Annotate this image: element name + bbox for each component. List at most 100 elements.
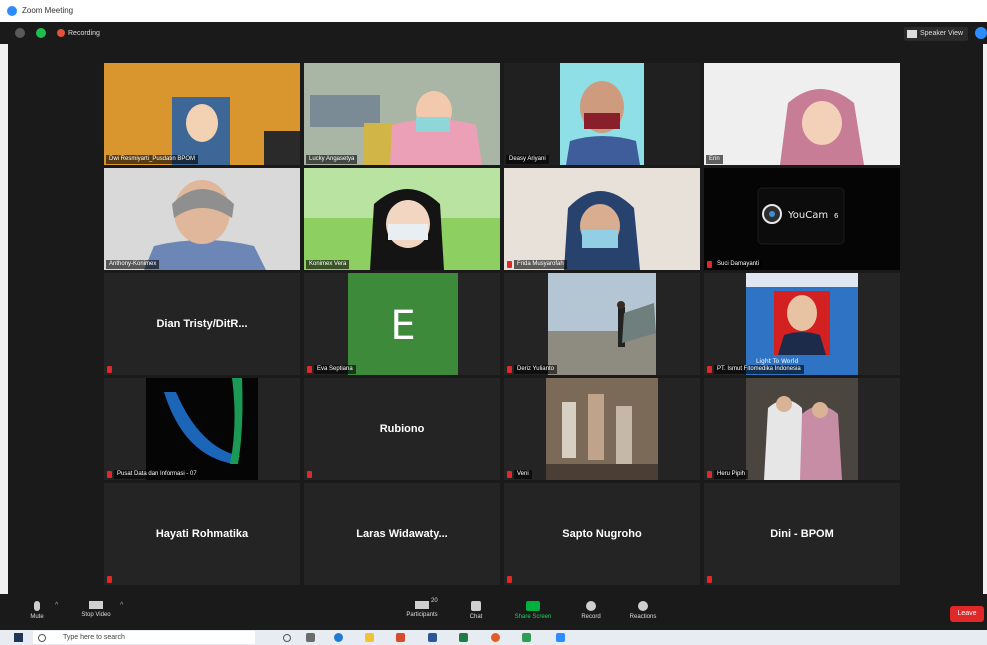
participant-video: YouCam 6 [704,168,900,270]
participant-name: Heru Pipih [714,470,749,479]
participant-tile[interactable]: Frida Musyarofah [504,168,700,270]
media-app-icon[interactable] [522,633,531,642]
microphone-icon [34,601,40,611]
muted-mic-icon [107,576,112,583]
fullscreen-icon[interactable] [975,27,987,39]
participant-tile[interactable]: E Eva Septiana [304,273,500,375]
os-taskbar: Type here to search [0,630,987,645]
mute-button[interactable]: Mute [24,594,50,630]
participant-tile[interactable]: Sapto Nugroho [504,483,700,585]
participant-tile[interactable]: Konimex Vera [304,168,500,270]
participant-name: Erin [706,155,723,164]
participant-name: Dwi Resmiyarti_Pusdatin BPOM [106,155,199,164]
leave-button[interactable]: Leave [950,606,984,622]
stop-video-button[interactable]: Stop Video [76,594,116,630]
speaker-view-button[interactable]: Speaker View [904,27,968,41]
participant-display-name: Rubiono [379,423,425,435]
window-left-border [0,44,8,594]
meeting-topbar: Recording Speaker View [0,22,987,44]
meeting-toolbar: Mute ^ Stop Video ^ Participants 20 Chat… [0,594,987,630]
taskbar-search-input[interactable]: Type here to search [33,631,255,644]
edge-browser-icon[interactable] [334,633,343,642]
participant-tile[interactable]: Dian Tristy/DitR... [104,273,300,375]
youcam-version: 6 [834,212,839,220]
participant-name: PT. Ismut Fitomedika Indonesia [714,365,804,374]
participant-name: Deasy Ariyani [506,155,549,164]
banner-caption: Light To World [756,358,798,365]
zoom-taskbar-icon[interactable] [556,633,565,642]
participant-tile[interactable]: Pusat Data dan Informasi - 07 [104,378,300,480]
excel-icon[interactable] [459,633,468,642]
participant-tile[interactable]: Deasy Ariyani [504,63,700,165]
participant-tile[interactable]: Dwi Resmiyarti_Pusdatin BPOM [104,63,300,165]
speaker-view-label: Speaker View [920,30,964,37]
share-screen-button[interactable]: Share Screen [507,594,559,630]
taskbar-search-placeholder: Type here to search [63,634,125,641]
zoom-app-icon [7,6,17,16]
participant-video [304,63,500,165]
participant-tile[interactable]: Deriz Yulianto [504,273,700,375]
chat-button[interactable]: Chat [462,594,490,630]
participants-icon [415,601,429,609]
participant-tile[interactable]: YouCam 6 Suci Damayanti [704,168,900,270]
participants-button[interactable]: Participants 20 [398,594,446,630]
muted-mic-icon [507,366,512,373]
participant-video [504,378,700,480]
task-view-icon[interactable] [306,633,315,642]
window-titlebar: Zoom Meeting [0,0,987,22]
word-icon[interactable] [428,633,437,642]
participant-tile[interactable]: Laras Widawaty... [304,483,500,585]
participant-display-name: Hayati Rohmatika [155,528,249,540]
participant-tile[interactable]: Heru Pipih [704,378,900,480]
muted-mic-icon [107,471,112,478]
recording-label: Recording [68,30,100,37]
participant-tile[interactable]: Rubiono [304,378,500,480]
reactions-icon [638,601,648,611]
participant-tile[interactable]: Light To World PT. Ismut Fitomedika Indo… [704,273,900,375]
avatar-initial: E [390,303,415,349]
shield-icon[interactable] [36,28,46,38]
recording-icon [57,29,65,37]
chat-label: Chat [469,614,483,620]
record-label: Record [581,614,601,620]
record-button[interactable]: Record [574,594,608,630]
chrome-icon[interactable] [491,633,500,642]
windows-start-icon[interactable] [14,633,23,642]
participant-tile[interactable]: Anthony-Konimex [104,168,300,270]
participant-name: Veni [514,470,532,479]
participant-video [704,63,900,165]
participant-video [704,378,900,480]
file-explorer-icon[interactable] [365,633,374,642]
chat-icon [471,601,481,611]
window-title: Zoom Meeting [22,6,74,15]
muted-mic-icon [707,576,712,583]
participant-tile[interactable]: Hayati Rohmatika [104,483,300,585]
reactions-button[interactable]: Reactions [622,594,664,630]
participant-display-name: Sapto Nugroho [562,528,642,540]
participant-name: Deriz Yulianto [514,365,557,374]
participant-tile[interactable]: Erin [704,63,900,165]
participant-display-name: Laras Widawaty... [356,528,448,540]
mute-label: Mute [30,614,44,620]
muted-mic-icon [107,366,112,373]
muted-mic-icon [707,471,712,478]
search-icon [38,634,46,642]
participant-name: Frida Musyarofah [514,260,567,269]
youcam-logo-text: YouCam [787,210,828,221]
participant-tile[interactable]: Veni [504,378,700,480]
powerpoint-icon[interactable] [396,633,405,642]
muted-mic-icon [507,471,512,478]
participant-tile[interactable]: Dini - BPOM [704,483,900,585]
cortana-icon[interactable] [283,634,291,642]
participant-video [504,63,700,165]
muted-mic-icon [307,366,312,373]
participant-video [104,63,300,165]
info-icon[interactable] [15,28,25,38]
participant-tile-active-speaker[interactable]: Lucky Angasetya [304,63,500,165]
participant-video [504,273,700,375]
participant-video: E [304,273,500,375]
video-options-caret-icon[interactable]: ^ [120,602,123,609]
reactions-label: Reactions [629,614,657,620]
gallery-grid: Dwi Resmiyarti_Pusdatin BPOM Lucky Angas… [8,44,983,594]
mute-options-caret-icon[interactable]: ^ [55,602,58,609]
